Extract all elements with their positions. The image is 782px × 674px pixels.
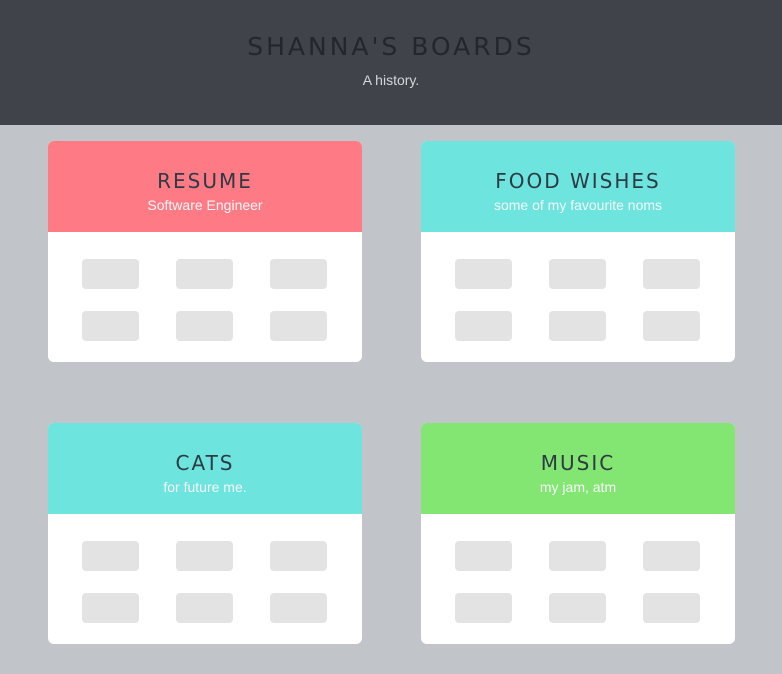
board-description: Software Engineer: [147, 197, 263, 213]
board-header: RESUME Software Engineer: [48, 141, 362, 232]
pin-thumbnail[interactable]: [549, 593, 606, 623]
pin-thumbnail[interactable]: [176, 541, 233, 571]
board-card-music[interactable]: MUSIC my jam, atm: [421, 423, 735, 644]
pin-thumbnail[interactable]: [643, 259, 700, 289]
pin-thumbnail[interactable]: [643, 311, 700, 341]
pin-thumbnail[interactable]: [270, 541, 327, 571]
pin-thumbnail[interactable]: [455, 593, 512, 623]
board-description: for future me.: [163, 479, 247, 495]
pin-thumbnail[interactable]: [82, 311, 139, 341]
board-header: CATS for future me.: [48, 423, 362, 514]
pin-thumbnail[interactable]: [549, 541, 606, 571]
pin-thumbnail[interactable]: [270, 311, 327, 341]
board-title: CATS: [175, 451, 235, 475]
board-title: RESUME: [157, 169, 253, 193]
pin-thumbnail[interactable]: [82, 593, 139, 623]
pin-thumbnail[interactable]: [176, 311, 233, 341]
pin-thumbnail[interactable]: [270, 259, 327, 289]
board-header: MUSIC my jam, atm: [421, 423, 735, 514]
board-title: FOOD WISHES: [495, 169, 661, 193]
pin-thumbnail[interactable]: [176, 593, 233, 623]
board-description: some of my favourite noms: [493, 197, 663, 213]
board-description: my jam, atm: [539, 479, 617, 495]
pin-thumbnail[interactable]: [643, 593, 700, 623]
pin-thumbnail[interactable]: [455, 541, 512, 571]
pin-thumbnail[interactable]: [455, 311, 512, 341]
header: SHANNA'S BOARDS A history.: [0, 0, 782, 125]
pin-thumbnail[interactable]: [176, 259, 233, 289]
board-card-resume[interactable]: RESUME Software Engineer: [48, 141, 362, 362]
page-title: SHANNA'S BOARDS: [247, 32, 535, 61]
pin-thumbnail[interactable]: [549, 259, 606, 289]
board-header: FOOD WISHES some of my favourite noms: [421, 141, 735, 232]
board-title: MUSIC: [540, 451, 616, 475]
pin-thumbnail[interactable]: [455, 259, 512, 289]
pin-thumbnail[interactable]: [270, 593, 327, 623]
pin-thumbnail[interactable]: [643, 541, 700, 571]
board-card-cats[interactable]: CATS for future me.: [48, 423, 362, 644]
pin-thumbnail[interactable]: [82, 259, 139, 289]
pin-thumbnail[interactable]: [82, 541, 139, 571]
pin-thumbnail[interactable]: [549, 311, 606, 341]
board-card-food-wishes[interactable]: FOOD WISHES some of my favourite noms: [421, 141, 735, 362]
page-subtitle: A history.: [362, 72, 420, 88]
